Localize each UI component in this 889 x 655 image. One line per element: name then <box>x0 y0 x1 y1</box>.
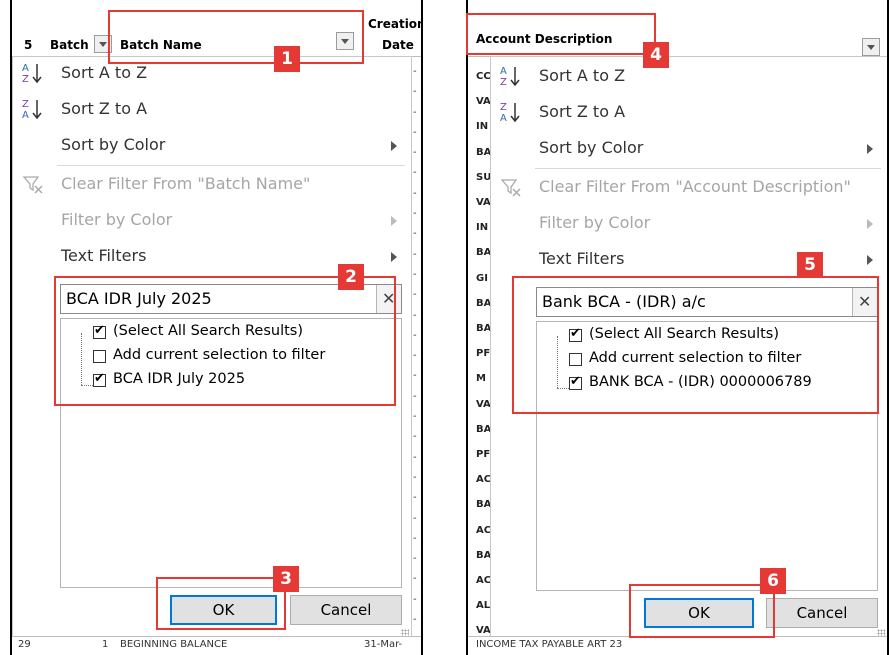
sort-by-color-item[interactable]: Sort by Color <box>491 134 887 164</box>
callout-badge-4: 4 <box>643 42 669 68</box>
sheet-row-footer: INCOME TAX PAYABLE ART 23 <box>468 636 887 655</box>
submenu-arrow-icon <box>867 144 873 154</box>
clear-filter-icon <box>21 172 45 196</box>
text-filters-item[interactable]: Text Filters <box>491 245 887 275</box>
filter-by-color-label: Filter by Color <box>539 213 651 232</box>
submenu-arrow-icon <box>867 255 873 265</box>
creation-date-header-line1: Creation <box>368 17 423 31</box>
text-filters-label: Text Filters <box>539 249 625 268</box>
svg-text:Z: Z <box>22 99 29 110</box>
submenu-arrow-icon <box>391 141 397 151</box>
svg-text:Z: Z <box>500 77 507 88</box>
footer-batch: 1 <box>102 639 109 650</box>
submenu-arrow-icon <box>391 252 397 262</box>
sort-z-to-a-item[interactable]: ZA Sort Z to A <box>491 98 887 128</box>
sheet-row-footer: 29 1 BEGINNING BALANCE 31-Mar- <box>12 636 421 655</box>
creation-date-header-line2: Date <box>382 38 414 52</box>
filter-by-color-item[interactable]: Filter by Color <box>491 209 887 239</box>
footer-row-number: 29 <box>18 639 31 650</box>
callout-box-5 <box>512 276 879 414</box>
account-description-filter-dropdown-icon[interactable] <box>862 38 880 56</box>
sort-a-to-z-item[interactable]: AZ Sort A to Z <box>491 62 887 92</box>
sort-a-to-z-label: Sort A to Z <box>61 63 148 82</box>
svg-text:A: A <box>500 113 507 124</box>
sort-z-to-a-label: Sort Z to A <box>61 99 148 118</box>
callout-box-6 <box>629 584 775 638</box>
svg-text:A: A <box>22 110 29 121</box>
callout-badge-3: 3 <box>273 566 299 592</box>
sort-by-color-item[interactable]: Sort by Color <box>13 131 411 161</box>
cancel-button[interactable]: Cancel <box>290 595 402 625</box>
callout-box-2 <box>54 276 396 406</box>
sort-descending-icon: ZA <box>21 97 45 121</box>
svg-text:A: A <box>500 66 507 77</box>
callout-badge-1: 1 <box>274 46 300 72</box>
menu-separator <box>57 165 405 166</box>
clear-filter-item[interactable]: Clear Filter From "Batch Name" <box>13 170 411 200</box>
footer-date: 31-Mar- <box>364 639 403 650</box>
svg-text:Z: Z <box>22 74 29 85</box>
svg-text:A: A <box>22 63 29 74</box>
row-number: 5 <box>24 38 33 52</box>
sort-ascending-icon: AZ <box>499 64 523 88</box>
sort-z-to-a-label: Sort Z to A <box>539 102 626 121</box>
menu-separator <box>535 168 881 169</box>
sort-descending-icon: ZA <box>499 100 523 124</box>
sort-ascending-icon: AZ <box>21 61 45 85</box>
cancel-button[interactable]: Cancel <box>766 598 878 628</box>
filter-by-color-label: Filter by Color <box>61 210 173 229</box>
filter-by-color-item[interactable]: Filter by Color <box>13 206 411 236</box>
callout-badge-2: 2 <box>338 264 364 290</box>
text-filters-label: Text Filters <box>61 246 147 265</box>
callout-box-1 <box>108 10 364 64</box>
clear-filter-icon <box>499 175 523 199</box>
sort-by-color-label: Sort by Color <box>61 135 166 154</box>
footer-batch-name: BEGINNING BALANCE <box>120 639 228 650</box>
batch-column-header: Batch <box>50 38 89 52</box>
sort-z-to-a-item[interactable]: ZA Sort Z to A <box>13 95 411 125</box>
callout-box-3 <box>156 577 286 630</box>
footer-account-text: INCOME TAX PAYABLE ART 23 <box>476 639 623 650</box>
submenu-arrow-icon <box>867 219 873 229</box>
clear-filter-label: Clear Filter From "Account Description" <box>539 177 851 196</box>
callout-badge-5: 5 <box>797 252 823 278</box>
sort-a-to-z-label: Sort A to Z <box>539 66 626 85</box>
callout-box-4 <box>466 13 656 55</box>
sort-by-color-label: Sort by Color <box>539 138 644 157</box>
callout-badge-6: 6 <box>760 568 786 594</box>
clear-filter-label: Clear Filter From "Batch Name" <box>61 174 311 193</box>
date-column-fragments: ---------------------------- <box>413 66 417 626</box>
clear-filter-item[interactable]: Clear Filter From "Account Description" <box>491 173 887 203</box>
svg-text:Z: Z <box>500 102 507 113</box>
submenu-arrow-icon <box>391 216 397 226</box>
